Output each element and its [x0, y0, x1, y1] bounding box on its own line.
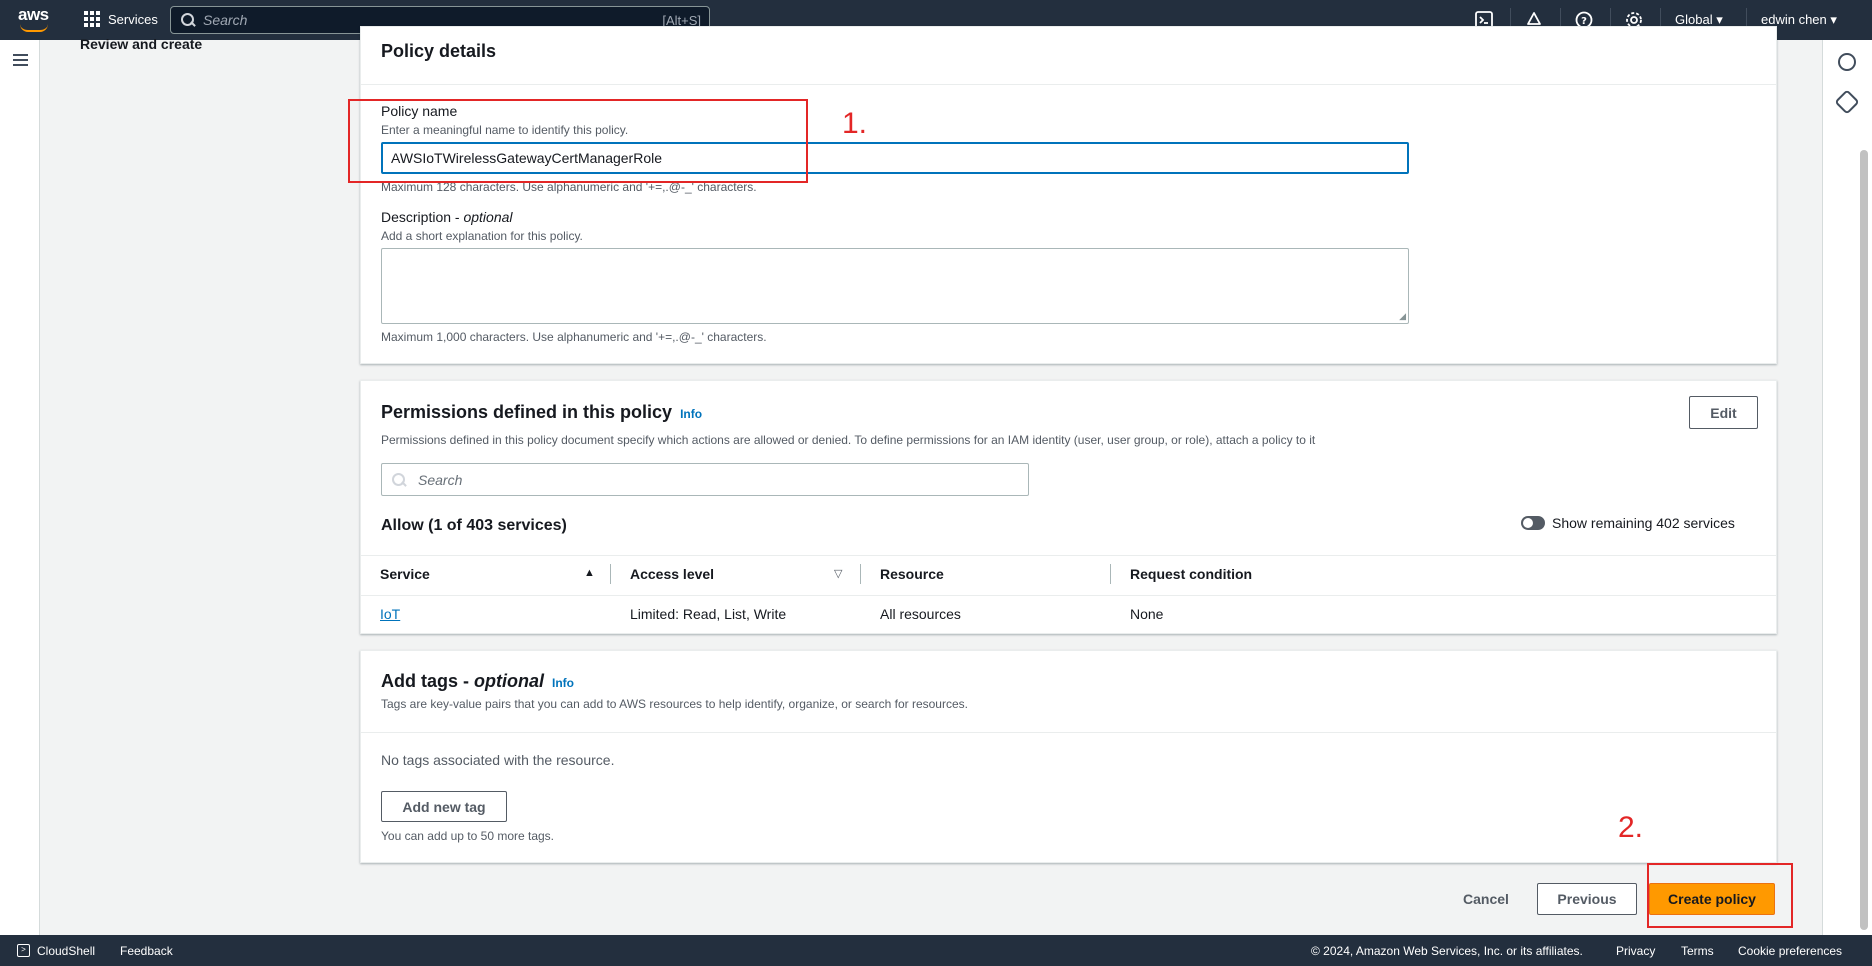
tags-empty-text: No tags associated with the resource. — [381, 752, 615, 768]
aws-logo-text: aws — [18, 5, 49, 24]
scrollbar[interactable] — [1860, 150, 1868, 930]
tags-limit-hint: You can add up to 50 more tags. — [381, 829, 555, 843]
services-label: Services — [108, 11, 158, 27]
description-constraint: Maximum 1,000 characters. Use alphanumer… — [381, 330, 767, 344]
resource-cell: All resources — [880, 606, 961, 622]
services-menu-button[interactable]: Services — [84, 11, 158, 27]
annotation-label-1: 1. — [842, 107, 868, 140]
previous-button[interactable]: Previous — [1537, 883, 1637, 915]
annotation-box-1 — [348, 99, 808, 183]
permissions-description: Permissions defined in this policy docum… — [381, 433, 1316, 447]
footer-cloudshell-link[interactable]: CloudShell — [37, 944, 95, 958]
show-remaining-toggle[interactable] — [1521, 516, 1545, 530]
description-label: Description - optional — [381, 209, 513, 225]
footer-privacy-link[interactable]: Privacy — [1616, 944, 1655, 958]
policy-details-panel: Policy details Policy name Enter a meani… — [360, 26, 1777, 364]
access-level-cell: Limited: Read, List, Write — [630, 606, 787, 622]
condition-cell: None — [1130, 606, 1164, 622]
edit-button[interactable]: Edit — [1689, 396, 1758, 429]
search-icon — [392, 472, 406, 487]
step-review-and-create[interactable]: Review and create — [80, 36, 202, 52]
tags-title: Add tags - optional — [381, 671, 544, 691]
permissions-info-link[interactable]: Info — [680, 407, 702, 421]
allow-summary: Allow (1 of 403 services) — [381, 517, 567, 534]
info-panel-icon[interactable] — [1838, 53, 1856, 71]
annotation-label-2: 2. — [1618, 811, 1644, 844]
footer: > CloudShell Feedback © 2024, Amazon Web… — [0, 935, 1872, 966]
permissions-title: Permissions defined in this policy — [381, 402, 673, 422]
sort-ascending-icon[interactable]: ▲ — [584, 567, 595, 579]
add-new-tag-button[interactable]: Add new tag — [381, 791, 507, 822]
permissions-search-input[interactable]: Search — [381, 463, 1029, 496]
cloudshell-footer-icon[interactable]: > — [17, 944, 30, 957]
description-textarea[interactable]: ◢ — [381, 248, 1409, 324]
column-header-resource: Resource — [880, 566, 944, 582]
permissions-search-placeholder: Search — [418, 471, 463, 488]
grid-icon — [84, 11, 100, 27]
tags-description: Tags are key-value pairs that you can ad… — [381, 697, 968, 711]
aws-smile-icon — [20, 24, 48, 32]
policy-details-title: Policy details — [381, 41, 497, 61]
service-link-iot[interactable]: IoT — [380, 606, 400, 622]
show-remaining-label: Show remaining 402 services — [1552, 515, 1735, 531]
resize-handle-icon[interactable]: ◢ — [1399, 311, 1406, 322]
column-header-service[interactable]: Service — [380, 566, 430, 582]
left-rail — [0, 40, 40, 935]
footer-feedback-link[interactable]: Feedback — [120, 944, 173, 958]
tags-info-link[interactable]: Info — [552, 676, 574, 690]
annotation-box-2 — [1647, 863, 1793, 928]
permissions-panel: Permissions defined in this policy Info … — [360, 380, 1777, 634]
tags-panel: Add tags - optional Info Tags are key-va… — [360, 650, 1777, 863]
footer-copyright: © 2024, Amazon Web Services, Inc. or its… — [1311, 944, 1583, 958]
aws-logo[interactable]: aws — [18, 6, 52, 34]
notifications-icon[interactable] — [1834, 89, 1860, 115]
footer-terms-link[interactable]: Terms — [1681, 944, 1714, 958]
description-hint: Add a short explanation for this policy. — [381, 229, 583, 243]
cancel-button[interactable]: Cancel — [1463, 891, 1509, 907]
search-icon — [181, 13, 195, 27]
sort-descending-icon[interactable]: ▽ — [834, 567, 842, 580]
menu-icon[interactable] — [13, 54, 28, 66]
footer-cookie-preferences-link[interactable]: Cookie preferences — [1738, 944, 1842, 958]
column-header-access-level[interactable]: Access level — [630, 566, 714, 582]
column-header-request-condition: Request condition — [1130, 566, 1253, 582]
